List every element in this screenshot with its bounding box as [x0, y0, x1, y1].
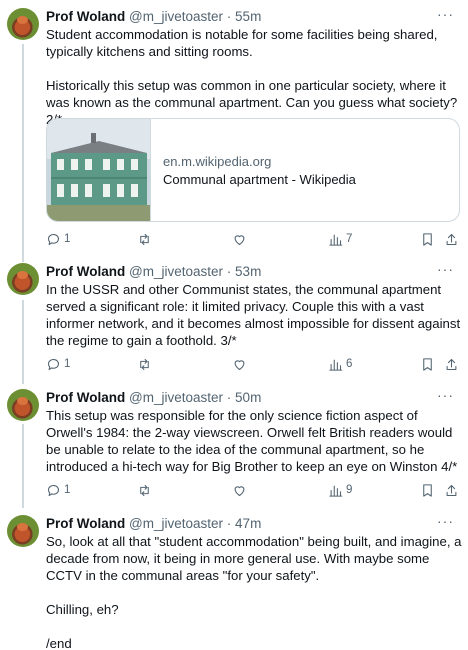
- timestamp[interactable]: 50m: [235, 390, 261, 405]
- reply-icon: [47, 358, 59, 370]
- bookmark-button[interactable]: [420, 481, 435, 499]
- timestamp[interactable]: 55m: [235, 9, 261, 24]
- tweet-paragraph: Chilling, eh?: [46, 602, 119, 617]
- bookmark-button[interactable]: [420, 355, 435, 373]
- tweet-header: Prof Woland @m_jivetoaster · 53m: [46, 263, 261, 283]
- bar-chart-icon: [329, 234, 343, 246]
- view-count: 6: [346, 358, 353, 370]
- more-options-icon[interactable]: ···: [437, 261, 454, 277]
- repost-icon: [140, 484, 149, 496]
- author-handle[interactable]: @m_jivetoaster: [129, 390, 223, 405]
- reply-button[interactable]: 1: [46, 355, 70, 373]
- more-options-icon[interactable]: ···: [437, 6, 454, 22]
- tweet-actions: 1 6: [46, 355, 460, 373]
- card-domain: en.m.wikipedia.org: [163, 154, 272, 169]
- share-button[interactable]: [444, 355, 459, 373]
- author-name[interactable]: Prof Woland: [46, 9, 125, 24]
- tweet-text: In the USSR and other Communist states, …: [46, 281, 462, 349]
- tweet-header: Prof Woland @m_jivetoaster · 47m: [46, 515, 261, 535]
- tweet-actions: 1 9: [46, 481, 460, 499]
- tweet[interactable]: Prof Woland @m_jivetoaster · 47m ··· So,…: [0, 513, 468, 650]
- tweet-actions: 1 7: [46, 230, 460, 248]
- tweet-text: Student accommodation is notable for som…: [46, 26, 462, 128]
- tweet-paragraph: /end: [46, 636, 72, 650]
- views-button[interactable]: 7: [328, 230, 352, 248]
- repost-icon: [140, 233, 149, 245]
- repost-button[interactable]: [137, 230, 152, 248]
- author-name[interactable]: Prof Woland: [46, 516, 125, 531]
- reply-icon: [47, 484, 59, 496]
- like-button[interactable]: [232, 355, 247, 373]
- heart-icon: [234, 485, 245, 496]
- reply-count: 1: [64, 484, 71, 496]
- tweet[interactable]: Prof Woland @m_jivetoaster · 53m ··· In …: [0, 261, 468, 373]
- author-handle[interactable]: @m_jivetoaster: [129, 264, 223, 279]
- reply-button[interactable]: 1: [46, 481, 70, 499]
- tweet[interactable]: Prof Woland @m_jivetoaster · 55m ··· Stu…: [0, 6, 468, 252]
- avatar[interactable]: [7, 263, 39, 295]
- author-name[interactable]: Prof Woland: [46, 264, 125, 279]
- bookmark-icon: [423, 483, 432, 497]
- reply-button[interactable]: 1: [46, 230, 70, 248]
- repost-icon: [140, 358, 149, 370]
- bar-chart-icon: [329, 359, 343, 371]
- bookmark-icon: [423, 357, 432, 371]
- avatar[interactable]: [7, 389, 39, 421]
- repost-button[interactable]: [137, 481, 152, 499]
- author-handle[interactable]: @m_jivetoaster: [129, 9, 223, 24]
- share-button[interactable]: [444, 481, 459, 499]
- reply-count: 1: [64, 358, 71, 370]
- timestamp[interactable]: 53m: [235, 264, 261, 279]
- tweet-paragraph: In the USSR and other Communist states, …: [46, 282, 461, 348]
- author-name[interactable]: Prof Woland: [46, 390, 125, 405]
- more-options-icon[interactable]: ···: [437, 513, 454, 529]
- author-handle[interactable]: @m_jivetoaster: [129, 516, 223, 531]
- reply-count: 1: [64, 233, 71, 245]
- share-icon: [446, 233, 457, 245]
- building-thumbnail: [47, 119, 151, 221]
- link-card[interactable]: en.m.wikipedia.org Communal apartment - …: [46, 118, 460, 222]
- separator: ·: [226, 390, 232, 405]
- tweet-paragraph: This setup was responsible for the only …: [46, 408, 458, 474]
- tweet-header: Prof Woland @m_jivetoaster · 50m: [46, 389, 261, 409]
- tweet-text: So, look at all that "student accommodat…: [46, 533, 462, 650]
- share-button[interactable]: [444, 230, 459, 248]
- views-button[interactable]: 9: [328, 481, 352, 499]
- separator: ·: [226, 9, 232, 24]
- separator: ·: [226, 516, 232, 531]
- avatar[interactable]: [7, 515, 39, 547]
- card-title: Communal apartment - Wikipedia: [163, 172, 356, 187]
- avatar[interactable]: [7, 8, 39, 40]
- like-button[interactable]: [232, 481, 247, 499]
- timestamp[interactable]: 47m: [235, 516, 261, 531]
- reply-icon: [47, 233, 59, 245]
- like-button[interactable]: [232, 230, 247, 248]
- tweet-paragraph: Student accommodation is notable for som…: [46, 27, 438, 59]
- bookmark-icon: [423, 232, 432, 246]
- share-icon: [446, 484, 457, 496]
- view-count: 7: [346, 233, 353, 245]
- separator: ·: [226, 264, 232, 279]
- more-options-icon[interactable]: ···: [437, 387, 454, 403]
- tweet-header: Prof Woland @m_jivetoaster · 55m: [46, 8, 261, 28]
- bookmark-button[interactable]: [420, 230, 435, 248]
- tweet-paragraph: So, look at all that "student accommodat…: [46, 534, 462, 583]
- share-icon: [446, 358, 457, 370]
- bar-chart-icon: [329, 485, 343, 497]
- card-text: en.m.wikipedia.org Communal apartment - …: [163, 153, 356, 189]
- repost-button[interactable]: [137, 355, 152, 373]
- views-button[interactable]: 6: [328, 355, 352, 373]
- tweet-text: This setup was responsible for the only …: [46, 407, 462, 475]
- heart-icon: [234, 234, 245, 245]
- view-count: 9: [346, 484, 353, 496]
- tweet[interactable]: Prof Woland @m_jivetoaster · 50m ··· Thi…: [0, 387, 468, 499]
- heart-icon: [234, 359, 245, 370]
